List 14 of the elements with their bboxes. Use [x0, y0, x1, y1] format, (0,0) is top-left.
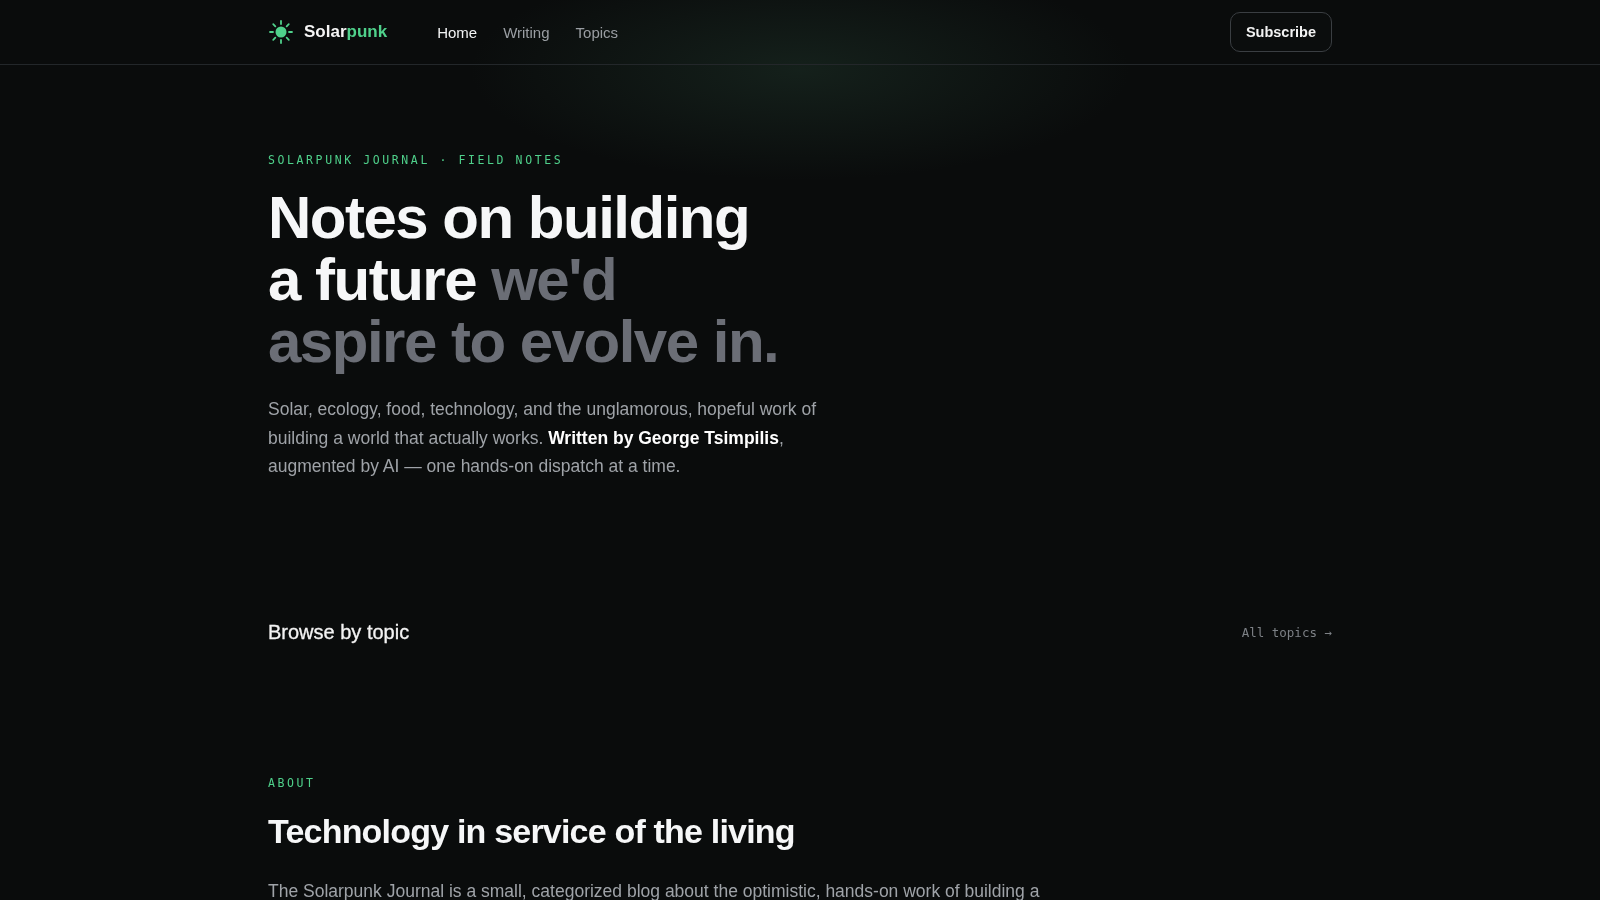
nav-link[interactable]: Topics — [575, 23, 619, 41]
brand-name[interactable]: Solarpunk — [304, 22, 388, 42]
eyebrow-label: SOLARPUNK JOURNAL · FIELD NOTES — [268, 153, 565, 167]
sun-icon — [268, 19, 294, 45]
nav-link[interactable]: Writing — [503, 23, 550, 41]
nav-link[interactable]: Home — [437, 23, 478, 41]
headline: Notes on building a future we'd aspire to evolve in. — [268, 187, 780, 373]
all-topics-link[interactable]: All topics → — [1241, 624, 1332, 640]
about-paragraph: The Solarpunk Journal is a small, categorized blog about the optimistic, hands-on work of building a — [268, 879, 1041, 900]
eyebrow-label: ABOUT — [268, 775, 317, 790]
intro-paragraph: Solar, ecology, food, technology, and the unglamorous, hopeful work of building a world that actually works. Written by George Tsimpilis, augmented by AI — one hands-on dispatch at a time. — [268, 398, 818, 478]
section-title: Technology in service of the living — [268, 811, 796, 851]
section-title: Browse by topic — [268, 620, 410, 644]
subscribe-button[interactable]: Subscribe — [1229, 12, 1332, 52]
